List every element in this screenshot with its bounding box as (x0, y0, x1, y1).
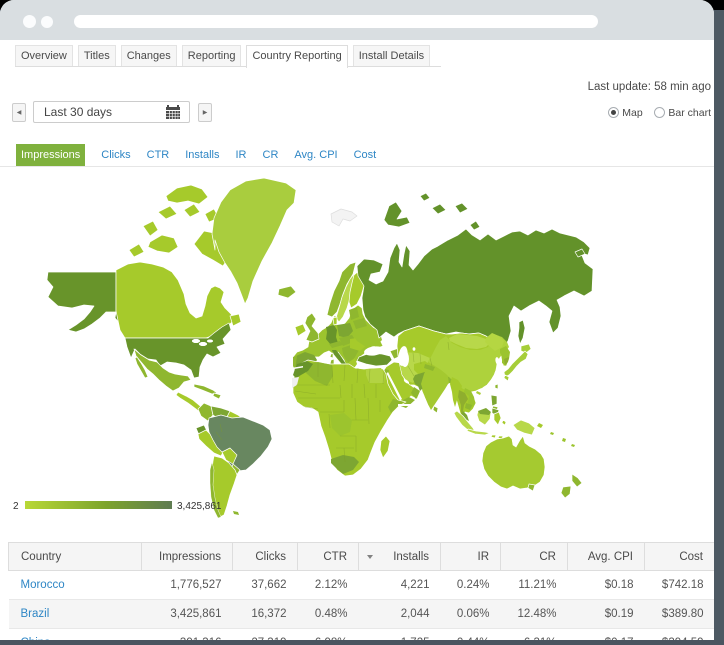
svg-text:3,425,861: 3,425,861 (177, 501, 222, 512)
svg-text:2: 2 (13, 501, 19, 512)
